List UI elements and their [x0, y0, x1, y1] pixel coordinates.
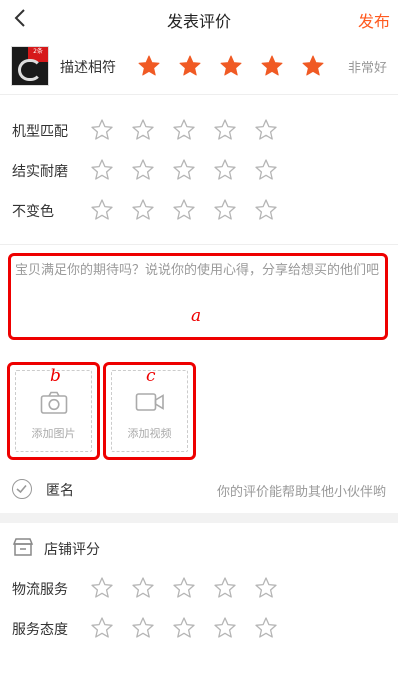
section-gap	[0, 513, 398, 523]
star-outline-icon[interactable]	[90, 576, 114, 600]
shop-rating-header: 店铺评分	[0, 528, 398, 568]
star-outline-icon[interactable]	[172, 158, 196, 182]
annotation-a: a	[191, 306, 202, 326]
product-rating-row: 2条 描述相符 非常好	[0, 38, 398, 94]
review-placeholder: 宝贝满足你的期待吗？说说你的使用心得，分享给想买的他们吧	[15, 263, 380, 278]
shop-row-service: 服务态度	[0, 608, 398, 648]
checkmark-icon	[16, 484, 27, 494]
shop-rating-title: 店铺评分	[44, 542, 100, 558]
anonymous-hint: 你的评价能帮助其他小伙伴哟	[216, 485, 386, 500]
star-outline-icon[interactable]	[90, 198, 114, 222]
star-filled-icon[interactable]	[137, 54, 161, 78]
star-outline-icon[interactable]	[213, 576, 237, 600]
attribute-label: 机型匹配	[12, 124, 68, 140]
star-outline-icon[interactable]	[131, 158, 155, 182]
annotation-c: c	[146, 366, 156, 386]
attribute-label: 不变色	[12, 204, 54, 220]
star-outline-icon[interactable]	[90, 158, 114, 182]
star-outline-icon[interactable]	[131, 616, 155, 640]
star-outline-icon[interactable]	[254, 118, 278, 142]
add-photo-label: 添加图片	[31, 427, 76, 440]
anonymous-row: 匿名 你的评价能帮助其他小伙伴哟	[0, 470, 398, 510]
add-video-button[interactable]: 添加视频 c	[103, 362, 196, 460]
shop-rating-label: 服务态度	[12, 622, 68, 638]
star-outline-icon[interactable]	[213, 158, 237, 182]
star-outline-icon[interactable]	[90, 616, 114, 640]
description-match-stars	[137, 54, 342, 78]
attribute-row-model-match: 机型匹配	[0, 110, 398, 150]
anonymous-checkbox[interactable]	[12, 479, 32, 499]
attribute-row-colorfast: 不变色	[0, 190, 398, 230]
star-filled-icon[interactable]	[178, 54, 202, 78]
star-outline-icon[interactable]	[172, 198, 196, 222]
star-filled-icon[interactable]	[301, 54, 325, 78]
attribute-label: 结实耐磨	[12, 164, 68, 180]
shop-rating-stars	[90, 576, 295, 600]
review-textarea[interactable]: 宝贝满足你的期待吗？说说你的使用心得，分享给想买的他们吧 a	[8, 253, 388, 340]
attribute-stars	[90, 198, 295, 222]
shop-rating-label: 物流服务	[12, 582, 68, 598]
add-video-label: 添加视频	[127, 427, 172, 440]
shop-icon	[12, 538, 34, 556]
star-filled-icon[interactable]	[260, 54, 284, 78]
nav-bar: 发表评价 发布	[0, 0, 398, 38]
camera-icon	[40, 391, 67, 414]
star-outline-icon[interactable]	[131, 198, 155, 222]
star-outline-icon[interactable]	[131, 576, 155, 600]
star-outline-icon[interactable]	[213, 616, 237, 640]
rating-text: 非常好	[347, 61, 387, 76]
star-outline-icon[interactable]	[213, 118, 237, 142]
divider	[0, 94, 398, 95]
star-outline-icon[interactable]	[254, 198, 278, 222]
shop-row-logistics: 物流服务	[0, 568, 398, 608]
star-outline-icon[interactable]	[172, 576, 196, 600]
video-camera-icon	[135, 393, 164, 411]
star-outline-icon[interactable]	[172, 118, 196, 142]
cable-image	[18, 59, 42, 81]
publish-button[interactable]: 发布	[358, 8, 390, 32]
star-outline-icon[interactable]	[131, 118, 155, 142]
divider	[0, 244, 398, 245]
star-outline-icon[interactable]	[90, 118, 114, 142]
page-title: 发表评价	[166, 12, 231, 31]
star-outline-icon[interactable]	[172, 616, 196, 640]
attribute-row-durable: 结实耐磨	[0, 150, 398, 190]
shop-rating-stars	[90, 616, 295, 640]
product-thumbnail: 2条	[11, 46, 49, 86]
star-filled-icon[interactable]	[219, 54, 243, 78]
star-outline-icon[interactable]	[254, 616, 278, 640]
attribute-stars	[90, 158, 295, 182]
star-outline-icon[interactable]	[213, 198, 237, 222]
star-outline-icon[interactable]	[254, 158, 278, 182]
star-outline-icon[interactable]	[254, 576, 278, 600]
anonymous-label: 匿名	[46, 483, 74, 499]
add-photo-button[interactable]: 添加图片 b	[7, 362, 100, 460]
attribute-stars	[90, 118, 295, 142]
annotation-b: b	[50, 366, 61, 386]
description-match-label: 描述相符	[60, 60, 116, 76]
